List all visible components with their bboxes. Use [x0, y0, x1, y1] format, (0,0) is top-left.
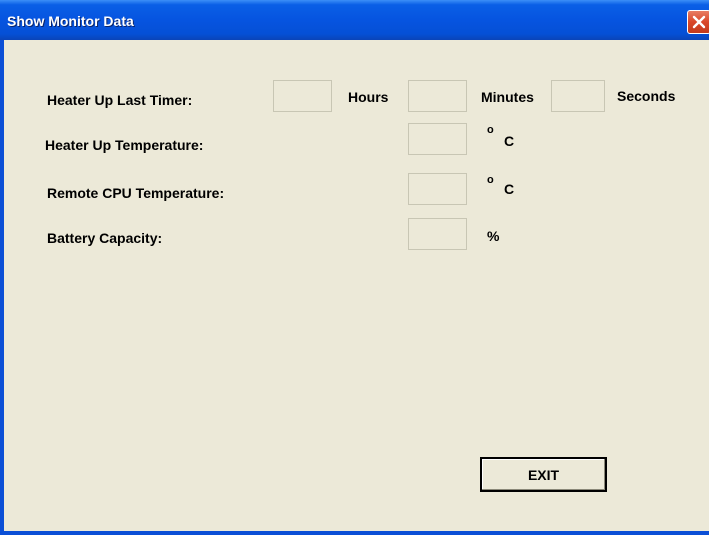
- hours-field[interactable]: [273, 80, 332, 112]
- minutes-label: Minutes: [481, 89, 534, 105]
- celsius-unit: C: [504, 133, 515, 149]
- close-button[interactable]: [687, 10, 709, 34]
- dialog-window: Show Monitor Data Heater Up Last Timer: …: [0, 0, 709, 535]
- degree-symbol: o: [487, 124, 494, 136]
- battery-label: Battery Capacity:: [47, 230, 163, 246]
- window-title: Show Monitor Data: [7, 13, 134, 29]
- window-bottom-border: [0, 531, 709, 535]
- percent-unit: %: [487, 228, 500, 244]
- hours-label: Hours: [348, 89, 389, 105]
- degree-symbol: o: [487, 174, 494, 186]
- close-icon: [692, 15, 706, 29]
- title-bar[interactable]: Show Monitor Data: [0, 0, 709, 40]
- battery-field[interactable]: [408, 218, 467, 250]
- cpu-temp-field[interactable]: [408, 173, 467, 205]
- heater-temp-field[interactable]: [408, 123, 467, 155]
- minutes-field[interactable]: [408, 80, 467, 112]
- exit-button[interactable]: EXIT: [480, 457, 607, 492]
- cpu-temp-label: Remote CPU Temperature:: [47, 185, 225, 201]
- seconds-field[interactable]: [551, 80, 605, 112]
- dialog-body: Heater Up Last Timer: Hours Minutes Seco…: [4, 40, 709, 531]
- heater-temp-label: Heater Up Temperature:: [45, 137, 204, 153]
- celsius-unit: C: [504, 181, 515, 197]
- heater-timer-label: Heater Up Last Timer:: [47, 92, 193, 108]
- seconds-label: Seconds: [617, 88, 676, 104]
